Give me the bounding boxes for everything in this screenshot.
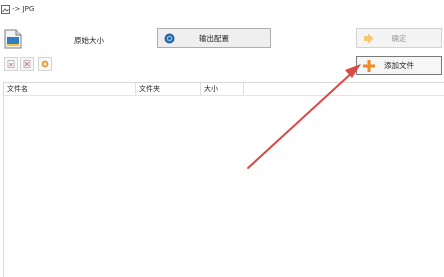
remove-icon [7, 60, 15, 68]
confirm-button[interactable]: 确定 [356, 28, 442, 48]
table-header: 文件名 文件夹 大小 [4, 83, 444, 96]
column-header-size[interactable]: 大小 [201, 83, 244, 95]
clear-icon [23, 60, 31, 68]
file-list-table[interactable]: 文件名 文件夹 大小 [3, 82, 444, 277]
confirm-label: 确定 [391, 33, 407, 43]
clear-list-button[interactable] [20, 57, 34, 71]
add-file-label: 添加文件 [384, 61, 414, 70]
output-config-label: 输出配置 [199, 33, 229, 43]
add-file-button[interactable]: 添加文件 [356, 56, 442, 75]
settings-button[interactable] [38, 57, 52, 71]
plus-icon [363, 60, 375, 72]
settings-icon [41, 60, 49, 68]
column-header-folder[interactable]: 文件夹 [136, 83, 201, 95]
file-icon [4, 29, 22, 49]
picture-icon [1, 5, 10, 14]
window-title: -> JPG [12, 5, 35, 13]
column-header-filename[interactable]: 文件名 [4, 83, 136, 95]
remove-file-button[interactable] [4, 57, 18, 71]
arrow-right-icon [364, 33, 374, 44]
output-config-button[interactable]: 输出配置 [157, 28, 271, 48]
title-bar: -> JPG [0, 0, 444, 22]
swirl-icon [164, 33, 175, 44]
original-size-label: 原始大小 [74, 36, 104, 45]
